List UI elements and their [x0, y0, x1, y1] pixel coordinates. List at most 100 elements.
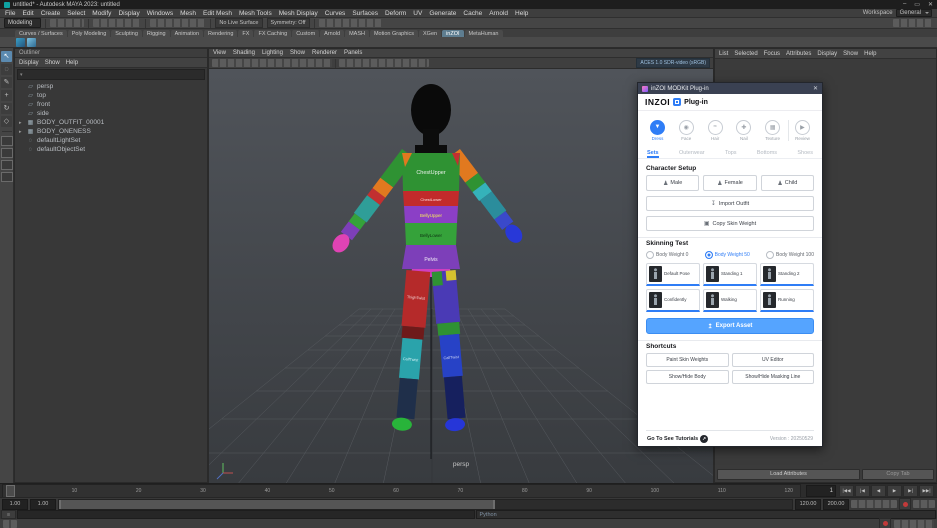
attribute-editor-menu-item[interactable]: Show [843, 51, 858, 57]
body-weight-radio[interactable]: Body Weight 0 [646, 251, 688, 259]
plugin-tab[interactable]: ▶ Review [788, 120, 816, 141]
plugin-subtab[interactable]: Shoes [797, 150, 813, 156]
play-button[interactable]: ▶ [887, 485, 902, 497]
plugin-tab[interactable]: ▦ Texture [759, 120, 786, 141]
attribute-editor-menu-item[interactable]: Help [864, 51, 876, 57]
maximize-icon[interactable]: ▭ [914, 1, 920, 8]
copy-tab-button[interactable]: Copy Tab [862, 469, 934, 480]
paint-select-tool-icon[interactable]: ✎ [1, 77, 12, 88]
lasso-tool-icon[interactable]: ◌ [1, 64, 12, 75]
viewport-menu-item[interactable]: View [213, 50, 226, 56]
scale-tool-icon[interactable]: ◇ [1, 116, 12, 127]
shelf-tab[interactable]: MASH [345, 30, 369, 37]
outliner-item[interactable]: ▱ side [15, 109, 207, 118]
step-forward-button[interactable]: ▶| [903, 485, 918, 497]
menu-item[interactable]: Cache [463, 10, 482, 17]
shelf-tab[interactable]: FX Caching [254, 30, 291, 37]
play-backwards-button[interactable]: ◀ [871, 485, 886, 497]
plugin-tab[interactable]: ◉ Face [673, 120, 700, 141]
sidebar-toggle-icons[interactable] [893, 19, 933, 27]
outliner-menu-item[interactable]: Show [45, 60, 60, 66]
shelf-tab[interactable]: Animation [171, 30, 203, 37]
menu-item[interactable]: Mesh Tools [239, 10, 272, 17]
pose-card[interactable]: Walking [703, 289, 757, 312]
outliner-item[interactable]: ◌ defaultLightSet [15, 136, 207, 145]
export-asset-button[interactable]: ↥ Export Asset [646, 318, 814, 334]
menu-item[interactable]: Mesh Display [279, 10, 318, 17]
attribute-editor-menu-item[interactable]: Focus [764, 51, 780, 57]
viewport-camera-icons[interactable] [212, 59, 332, 67]
attribute-editor-menu-item[interactable]: Selected [734, 51, 757, 57]
plugin-titlebar[interactable]: inZOI MODKit Plug-in ✕ [638, 83, 822, 94]
menu-item[interactable]: Modify [92, 10, 111, 17]
viewport-menu-item[interactable]: Lighting [262, 50, 283, 56]
plugin-tab[interactable]: ▼ Dress [644, 120, 671, 141]
shelf-tab[interactable]: FX [238, 30, 253, 37]
shelf-tab[interactable]: Sculpting [111, 30, 142, 37]
attribute-editor-menu-item[interactable]: Attributes [786, 51, 811, 57]
two-pane-layout-icon[interactable] [1, 148, 13, 158]
menu-item[interactable]: Arnold [489, 10, 508, 17]
pose-card[interactable]: Running [760, 289, 814, 312]
selection-mask-icons[interactable] [93, 19, 141, 27]
menu-item[interactable]: Edit Mesh [203, 10, 232, 17]
load-attributes-button[interactable]: Load Attributes [717, 469, 860, 480]
outliner-item[interactable]: ◌ defaultObjectSet [15, 145, 207, 154]
menu-item[interactable]: Mesh [180, 10, 196, 17]
plugin-subtab[interactable]: Sets [647, 150, 659, 156]
select-tool-icon[interactable]: ↖ [1, 51, 12, 62]
shelf-tab[interactable]: Custom [292, 30, 319, 37]
shelf-tab[interactable]: Rigging [143, 30, 170, 37]
outliner-item[interactable]: ▸ ▦ BODY_OUTFIT_00001 [15, 118, 207, 127]
inzoi-shelf-icon[interactable] [16, 38, 25, 47]
snapping-icons[interactable] [150, 19, 206, 27]
playback-end-field[interactable]: 120.00 [795, 499, 821, 510]
animation-end-field[interactable]: 200.00 [823, 499, 849, 510]
character-type-button[interactable]: ♟ Child [761, 175, 814, 191]
render-icons[interactable] [319, 19, 383, 27]
outliner-menu-item[interactable]: Help [66, 60, 78, 66]
minimize-icon[interactable]: – [903, 1, 906, 8]
shelf-tab[interactable]: Curves / Surfaces [15, 30, 67, 37]
outliner-item[interactable]: ▱ front [15, 100, 207, 109]
menu-item[interactable]: Curves [325, 10, 346, 17]
plugin-subtab[interactable]: Outerwear [679, 150, 705, 156]
color-management-chip[interactable]: ACES 1.0 SDR-video (sRGB) [636, 58, 710, 68]
outliner-search[interactable]: ▾ [17, 69, 205, 80]
shelf-tab[interactable]: MetaHuman [465, 30, 503, 37]
menu-item[interactable]: Windows [147, 10, 173, 17]
close-icon[interactable]: ✕ [928, 1, 933, 8]
pose-card[interactable]: Confidently [646, 289, 700, 312]
expand-arrow-icon[interactable]: ▸ [19, 120, 24, 126]
shelf-tab[interactable]: XGen [419, 30, 441, 37]
menu-item[interactable]: Select [67, 10, 85, 17]
single-pane-layout-icon[interactable] [1, 136, 13, 146]
viewport-shading-icons[interactable] [339, 59, 429, 67]
expand-arrow-icon[interactable]: ▸ [19, 129, 24, 135]
viewport-menu-item[interactable]: Shading [233, 50, 255, 56]
body-weight-radio[interactable]: Body Weight 100 [766, 251, 814, 259]
live-surface-field[interactable]: No Live Surface [215, 18, 262, 28]
outliner-item[interactable]: ▸ ▦ BODY_ONENESS [15, 127, 207, 136]
tutorials-link[interactable]: Go To See Tutorials ↗ [647, 435, 708, 443]
plugin-subtab[interactable]: Tops [725, 150, 737, 156]
plugin-subtab[interactable]: Bottoms [757, 150, 777, 156]
outliner-persp-layout-icon[interactable] [1, 172, 13, 182]
menu-item[interactable]: Create [41, 10, 61, 17]
shortcut-button[interactable]: Paint Skin Weights [646, 353, 729, 367]
attribute-editor-menu-item[interactable]: List [719, 51, 728, 57]
current-frame-field[interactable]: 1 [806, 485, 836, 497]
animation-preferences-icons[interactable] [913, 500, 935, 508]
rotate-tool-icon[interactable]: ↻ [1, 103, 12, 114]
shelf-tab[interactable]: Rendering [204, 30, 237, 37]
menu-item[interactable]: Edit [22, 10, 33, 17]
shelf-tab[interactable]: inZOI [442, 30, 463, 37]
playback-start-field[interactable]: 1.00 [30, 499, 56, 510]
status-icons[interactable] [894, 520, 934, 528]
plugin-tab[interactable]: ✚ Nail [730, 120, 757, 141]
workspace-dropdown[interactable]: General [896, 9, 932, 17]
record-icon[interactable] [879, 518, 891, 528]
shelf-tab[interactable]: Poly Modeling [68, 30, 111, 37]
copy-skin-weight-button[interactable]: ▣ Copy Skin Weight [646, 216, 814, 231]
current-frame-marker[interactable] [6, 485, 15, 497]
